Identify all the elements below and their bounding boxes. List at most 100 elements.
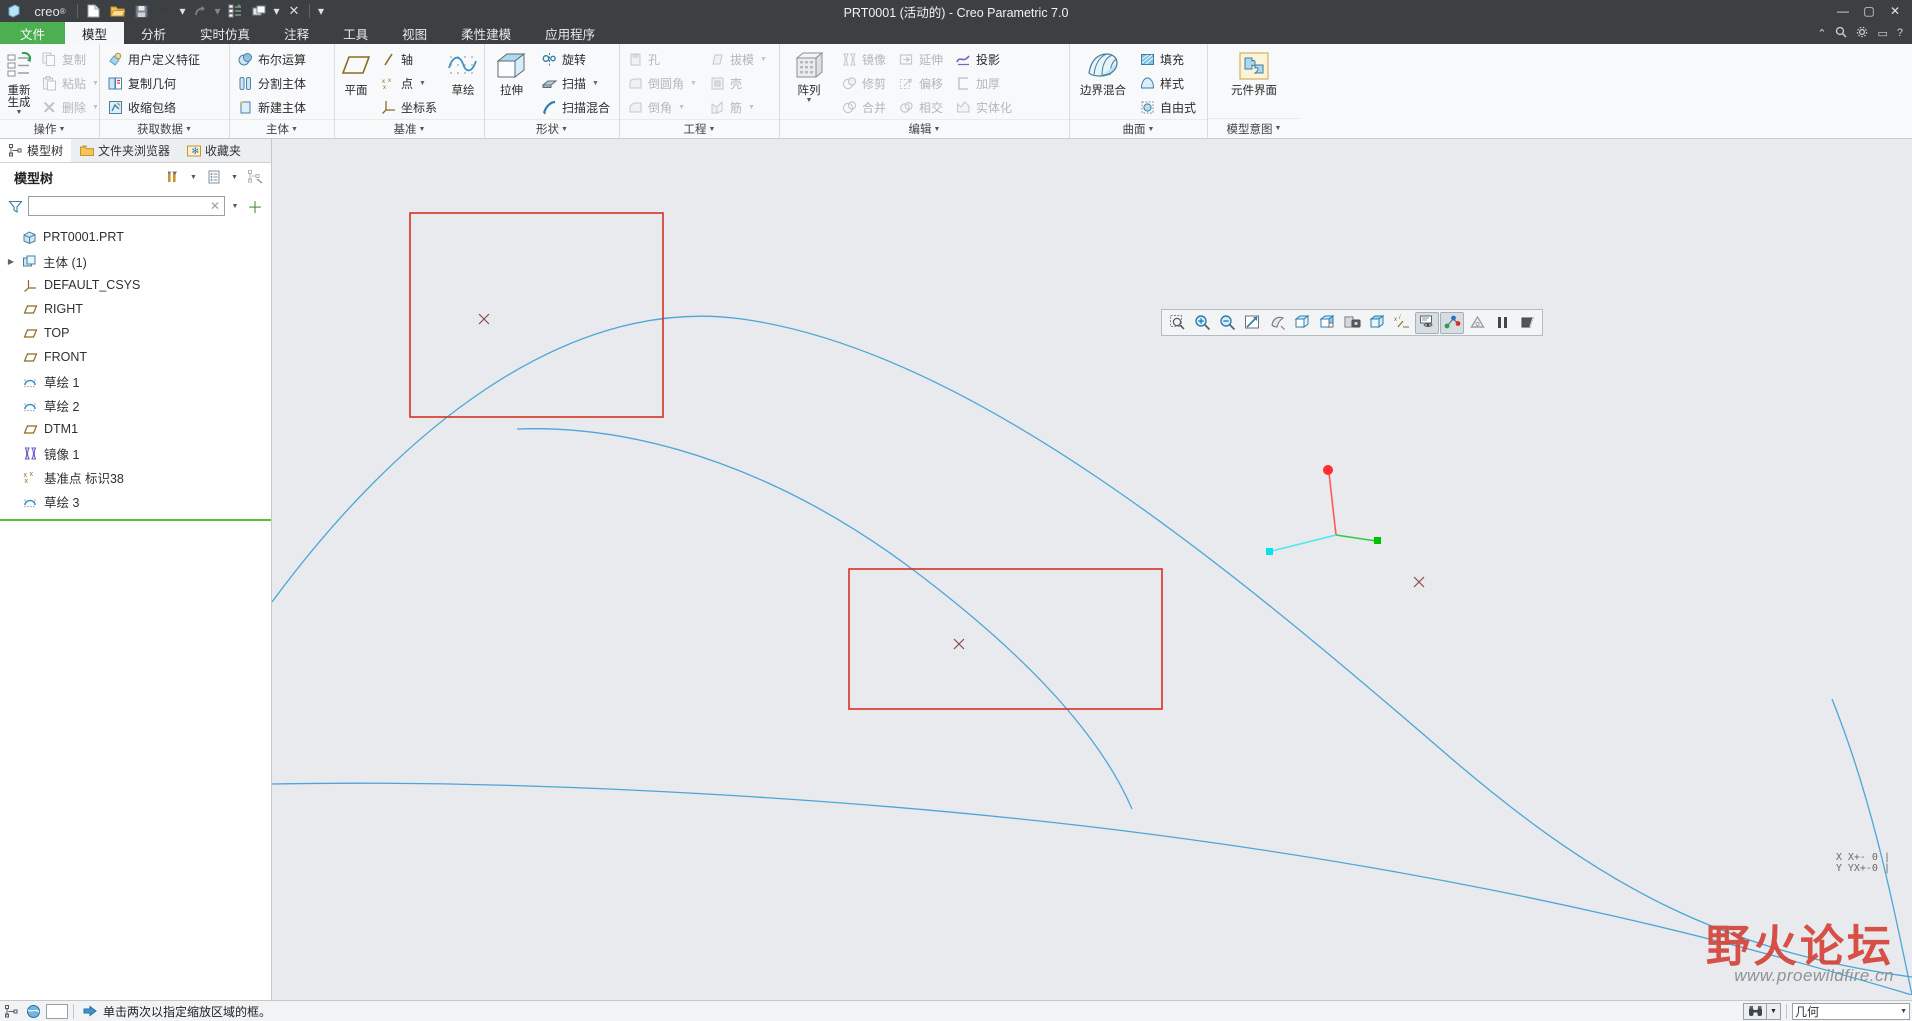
lp-tab-model-tree[interactable]: 模型树: [0, 139, 72, 162]
tab-annotate[interactable]: 注释: [267, 22, 326, 44]
chevron-down-icon[interactable]: ▼: [291, 126, 298, 133]
panel-toggle-button[interactable]: [46, 1003, 68, 1019]
lp-tab-folder-browser[interactable]: 文件夹浏览器: [71, 139, 178, 162]
binoculars-icon[interactable]: [1743, 1002, 1767, 1020]
chevron-down-icon[interactable]: ▼: [561, 126, 568, 133]
datum-csys-button[interactable]: 坐标系: [377, 95, 442, 119]
regenerate-icon[interactable]: [223, 1, 247, 21]
pattern-button[interactable]: 阵列 ▼: [782, 47, 836, 119]
ribbon-group-label-operations[interactable]: 操作 ▼: [0, 119, 99, 138]
paste-button[interactable]: 粘贴 ▼: [38, 71, 104, 95]
sketch-button[interactable]: 草绘: [444, 47, 482, 119]
ribbon-group-label-get-data[interactable]: 获取数据 ▼: [100, 119, 229, 138]
revolve-button[interactable]: 旋转: [538, 47, 615, 71]
thicken-button[interactable]: 加厚: [952, 71, 1017, 95]
tree-filter-off-icon[interactable]: [245, 167, 265, 187]
spin-center-icon[interactable]: [1440, 311, 1464, 334]
zoom-in-icon[interactable]: [1190, 312, 1214, 334]
datum-axis-button[interactable]: 轴: [377, 47, 442, 71]
tree-item-part[interactable]: PRT0001.PRT: [0, 225, 271, 249]
udf-button[interactable]: 用户定义特征: [104, 47, 205, 71]
ribbon-group-label-model-intent[interactable]: 模型意图 ▼: [1208, 118, 1300, 138]
chevron-down-icon[interactable]: ▼: [1148, 126, 1155, 133]
style-button[interactable]: 样式: [1136, 71, 1201, 95]
redo-dropdown-icon[interactable]: ▾: [212, 1, 223, 21]
regenerate-button[interactable]: 重新生成 ▼: [2, 47, 36, 119]
graphics-canvas[interactable]: [272, 139, 1912, 995]
chevron-down-icon[interactable]: ▼: [690, 80, 697, 87]
shade-icon[interactable]: [1515, 312, 1539, 334]
annotation-display-icon[interactable]: [1415, 311, 1439, 334]
lp-tab-favorites[interactable]: ✻ 收藏夹: [178, 139, 249, 162]
search-input[interactable]: [28, 196, 225, 216]
chevron-down-icon[interactable]: ▼: [185, 126, 192, 133]
rib-button[interactable]: 筋 ▼: [706, 95, 772, 119]
refit-icon[interactable]: [1240, 312, 1264, 334]
ribbon-group-label-datum[interactable]: 基准 ▼: [335, 119, 484, 138]
tree-item-right[interactable]: RIGHT: [0, 297, 271, 321]
boolean-button[interactable]: 布尔运算: [234, 47, 311, 71]
tree-item-top[interactable]: TOP: [0, 321, 271, 345]
extrude-button[interactable]: 拉伸: [487, 47, 536, 119]
extend-button[interactable]: 延伸: [895, 47, 948, 71]
window-dropdown-icon[interactable]: ▾: [271, 1, 282, 21]
tab-realtime-sim[interactable]: 实时仿真: [183, 22, 267, 44]
window-icon[interactable]: [247, 1, 271, 21]
browser-icon[interactable]: [22, 1002, 44, 1021]
tools-dropdown-icon[interactable]: ▼: [188, 167, 199, 187]
draft-button[interactable]: 拔模 ▼: [706, 47, 772, 71]
ribbon-group-label-editing[interactable]: 编辑 ▼: [780, 119, 1069, 138]
search-icon[interactable]: [1835, 26, 1847, 41]
freestyle-button[interactable]: 自由式: [1136, 95, 1201, 119]
save-icon[interactable]: [129, 1, 153, 21]
chevron-down-icon[interactable]: ▼: [748, 104, 755, 111]
new-body-button[interactable]: 新建主体: [234, 95, 311, 119]
zoom-out-icon[interactable]: [1215, 312, 1239, 334]
close-window-icon[interactable]: ✕: [282, 1, 306, 21]
plus-icon[interactable]: ＋: [245, 196, 265, 217]
chevron-down-icon[interactable]: ▼: [1767, 1002, 1781, 1020]
split-body-button[interactable]: 分割主体: [234, 71, 311, 95]
boundary-blend-button[interactable]: 边界混合: [1072, 47, 1134, 119]
tree-item-datum-point-38[interactable]: xxx 基准点 标识38: [0, 465, 271, 489]
tab-tools[interactable]: 工具: [326, 22, 385, 44]
chevron-down-icon[interactable]: ▼: [678, 104, 685, 111]
hole-button[interactable]: 孔: [624, 47, 702, 71]
datum-point-button[interactable]: xxx 点 ▼: [377, 71, 442, 95]
trim-button[interactable]: 修剪: [838, 71, 891, 95]
view-manager-icon[interactable]: [1315, 312, 1339, 334]
tab-applications[interactable]: 应用程序: [528, 22, 612, 44]
fill-button[interactable]: 填充: [1136, 47, 1201, 71]
undo-dropdown-icon[interactable]: ▾: [177, 1, 188, 21]
perspective-icon[interactable]: [1465, 312, 1489, 334]
tab-flexible-modeling[interactable]: 柔性建模: [444, 22, 528, 44]
gear-icon[interactable]: [1856, 26, 1868, 41]
chevron-down-icon[interactable]: ▼: [934, 126, 941, 133]
chevron-down-icon[interactable]: ▼: [760, 56, 767, 63]
reorient-icon[interactable]: [1265, 312, 1289, 334]
tools-settings-icon[interactable]: [163, 167, 183, 187]
close-button[interactable]: ✕: [1882, 1, 1908, 21]
undo-icon[interactable]: [153, 1, 177, 21]
chevron-down-icon[interactable]: ▼: [16, 109, 23, 116]
ribbon-group-label-body[interactable]: 主体 ▼: [230, 119, 334, 138]
customize-dropdown-icon[interactable]: ▾: [313, 1, 329, 21]
chevron-down-icon[interactable]: ▼: [229, 196, 241, 216]
expand-arrow-icon[interactable]: ▶: [6, 257, 16, 266]
offset-button[interactable]: 偏移: [895, 71, 948, 95]
tree-item-dtm1[interactable]: DTM1: [0, 417, 271, 441]
delete-button[interactable]: 删除 ▼: [38, 95, 104, 119]
intersect-button[interactable]: 相交: [895, 95, 948, 119]
chevron-down-icon[interactable]: ▼: [419, 80, 426, 87]
screen-capture-icon[interactable]: [1340, 312, 1364, 334]
open-folder-icon[interactable]: [105, 1, 129, 21]
chevron-down-icon[interactable]: ▼: [92, 80, 99, 87]
chevron-up-icon[interactable]: ⌃: [1817, 27, 1826, 40]
clear-x-icon[interactable]: ✕: [205, 196, 225, 216]
datum-plane-button[interactable]: 平面: [337, 47, 375, 119]
chevron-down-icon[interactable]: ▼: [59, 126, 66, 133]
chevron-down-icon[interactable]: ▼: [1275, 125, 1282, 132]
chevron-down-icon[interactable]: ▼: [806, 97, 813, 104]
maximize-button[interactable]: ▢: [1856, 1, 1882, 21]
chevron-down-icon[interactable]: ▼: [1900, 1008, 1907, 1015]
